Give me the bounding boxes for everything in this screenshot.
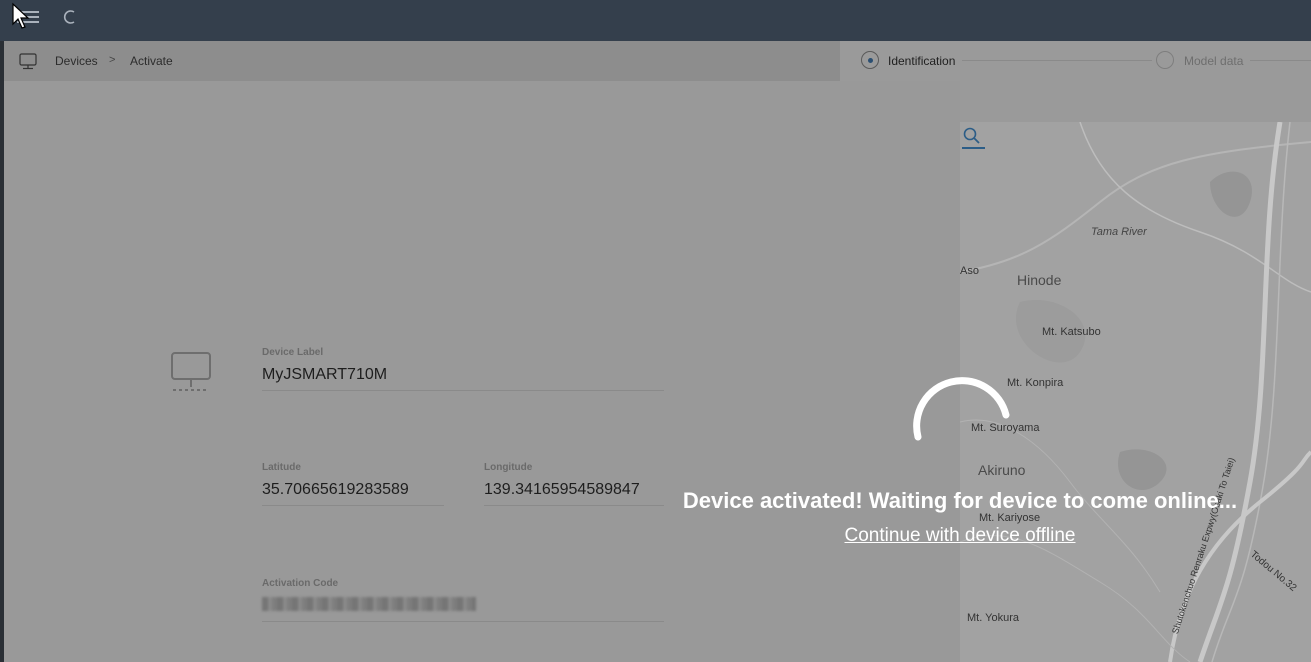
step-identification-indicator [861,51,879,69]
map-roads [960,122,1311,662]
map-label-hinode: Hinode [1017,272,1062,288]
device-label-label: Device Label [262,347,324,358]
breadcrumb-current: Activate [130,54,173,68]
device-icon [171,352,211,391]
search-underline [962,147,985,149]
latitude-input[interactable]: 35.70665619283589 [262,481,409,499]
step-connector [962,60,1152,61]
mouse-cursor-icon [12,2,30,29]
map-label-mt-yokura: Mt. Yokura [967,612,1019,624]
loading-spinner-icon [913,377,1010,441]
latitude-underline [262,505,444,506]
map-label-akiruno: Akiruno [978,462,1026,478]
map-label-mt-katsubo: Mt. Katsubo [1042,326,1101,338]
device-icon [19,53,37,70]
longitude-label: Longitude [484,462,533,473]
breadcrumb: Devices > Activate [4,41,840,81]
latitude-label: Latitude [262,462,301,473]
step-model-data-label: Model data [1184,54,1244,68]
step-connector [1250,60,1311,61]
top-bar [0,0,1311,41]
map-label-tama-river: Tama River [1091,226,1147,238]
step-identification-label: Identification [888,54,956,68]
step-model-data-indicator [1156,51,1174,69]
search-icon[interactable] [962,126,982,146]
device-label-input[interactable]: MyJSMART710M [262,366,387,384]
activation-status-message: Device activated! Waiting for device to … [682,488,1238,513]
map[interactable]: Tama River Aso Hinode Mt. Katsubo Mt. Ko… [960,122,1311,662]
map-label-mt-konpira: Mt. Konpira [1007,377,1064,389]
device-label-underline [262,390,664,391]
breadcrumb-devices[interactable]: Devices [55,54,98,68]
map-label-aso: Aso [960,265,979,277]
activation-code-underline [262,621,664,622]
continue-offline-link[interactable]: Continue with device offline [600,525,1311,547]
activation-code-label: Activation Code [262,578,339,589]
activation-stepper: Identification Model data [840,41,1311,81]
refresh-icon[interactable] [60,7,80,27]
breadcrumb-separator: > [109,54,116,66]
activation-code-input[interactable] [262,597,476,611]
activation-form [4,81,960,662]
